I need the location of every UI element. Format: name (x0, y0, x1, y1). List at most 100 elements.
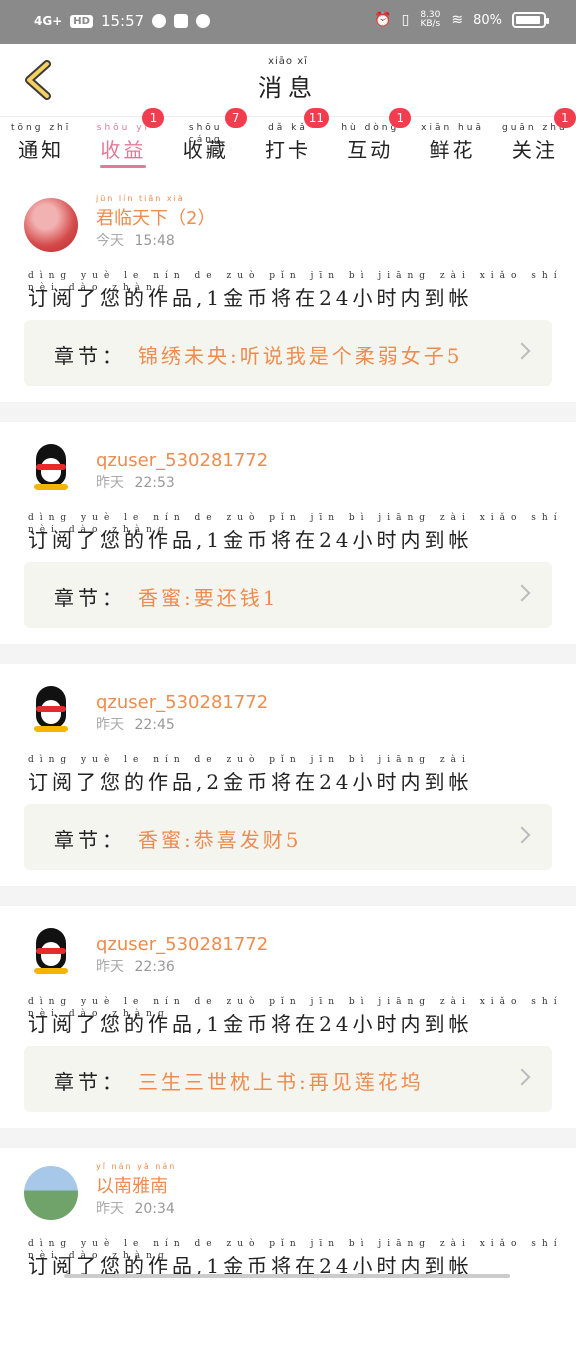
chapter-link[interactable]: 章节： 香蜜:恭喜发财5 (24, 804, 552, 870)
unread-badge: 1 (142, 108, 165, 128)
battery-icon (512, 12, 549, 28)
message-pinyin: dìng yuè le nín de zuò pǐn jīn bì jiāng … (28, 1239, 563, 1261)
timestamp: 昨天 22:45 (96, 714, 175, 734)
tab-following[interactable]: guān zhù 关注 1 (500, 108, 576, 172)
avatar[interactable] (24, 682, 78, 736)
avatar[interactable] (24, 924, 78, 978)
chapter-title: 香蜜:恭喜发财5 (138, 828, 302, 852)
timestamp: 昨天 20:34 (96, 1198, 175, 1218)
unread-badge: 1 (389, 108, 412, 128)
status-bar: 4G+ HD 15:57 ⏰ ▯ 8.30 KB/s ≋ 80% (0, 0, 576, 44)
avatar[interactable] (24, 198, 78, 252)
tab-label: 鲜花 (429, 138, 476, 162)
message-body: 订阅了您的作品,1金币将在24小时内到帐 (28, 286, 473, 310)
chevron-right-icon (512, 824, 534, 846)
timestamp-time: 22:36 (134, 959, 175, 975)
username[interactable]: jūn lín tiān xià 君临天下（2） (96, 194, 215, 230)
app-notification-icon (174, 14, 189, 28)
tab-label: 收益 (100, 138, 147, 162)
tab-label: 互动 (347, 138, 394, 162)
username-pinyin: jūn lín tiān xià (96, 194, 185, 203)
network-speed: 8.30 KB/s (420, 10, 441, 29)
timestamp-time: 22:45 (134, 717, 175, 733)
timestamp-day: 昨天 (96, 717, 124, 733)
message-body: 订阅了您的作品,2金币将在24小时内到帐 (28, 770, 473, 794)
alarm-icon: ⏰ (374, 12, 392, 28)
username[interactable]: qzuser_530281772 (96, 450, 268, 471)
app-header: xiāo xī 消息 (0, 44, 576, 117)
unread-badge: 7 (224, 108, 247, 128)
username-text: 以南雅南 (96, 1176, 168, 1197)
message-tabs: tōng zhī 通知 shōu yì 收益 1 shōu cáng 收藏 7 … (0, 108, 576, 172)
tab-flowers[interactable]: xiān huā 鲜花 (418, 116, 488, 172)
battery-percent: 80% (473, 12, 502, 28)
timestamp-time: 20:34 (134, 1201, 175, 1217)
vibrate-icon: ▯ (401, 12, 410, 28)
tab-pinyin: xiān huā (421, 123, 484, 133)
message-body: 订阅了您的作品,1金币将在24小时内到帐 (28, 1012, 473, 1036)
message-card[interactable]: qzuser_530281772 昨天 22:45 dìng yuè le ní… (0, 664, 576, 906)
chapter-link[interactable]: 章节： 锦绣未央:听说我是个柔弱女子5 (24, 320, 552, 386)
timestamp-time: 15:48 (134, 233, 175, 249)
tab-earnings[interactable]: shōu yì 收益 1 (88, 108, 165, 172)
message-body: 订阅了您的作品,1金币将在24小时内到帐 (28, 528, 473, 552)
username-pinyin: yǐ nán yǎ nán (96, 1162, 177, 1171)
chevron-right-icon (512, 1066, 534, 1088)
tab-label: 通知 (18, 138, 65, 162)
username[interactable]: qzuser_530281772 (96, 934, 268, 955)
message-list: jūn lín tiān xià 君临天下（2） 今天 15:48 dìng y… (0, 180, 576, 1370)
timestamp-day: 昨天 (96, 959, 124, 975)
timestamp-day: 昨天 (96, 1201, 124, 1217)
chapter-link[interactable]: 章节： 香蜜:要还钱1 (24, 562, 552, 628)
wechat-icon (152, 14, 167, 28)
message-pinyin: dìng yuè le nín de zuò pǐn jīn bì jiāng … (28, 271, 563, 293)
compass-icon (196, 14, 211, 28)
username[interactable]: qzuser_530281772 (96, 692, 268, 713)
timestamp-day: 昨天 (96, 475, 124, 491)
tab-favorites[interactable]: shōu cáng 收藏 7 (171, 108, 247, 172)
message-card[interactable]: yǐ nán yǎ nán 以南雅南 昨天 20:34 dìng yuè le … (0, 1148, 576, 1370)
username-text: qzuser_530281772 (96, 450, 269, 471)
unread-badge: 11 (303, 108, 329, 128)
timestamp: 昨天 22:53 (96, 472, 175, 492)
network-indicator: 4G+ (34, 14, 63, 28)
tab-checkin[interactable]: dǎ kǎ 打卡 11 (253, 108, 329, 172)
message-pinyin: dìng yuè le nín de zuò pǐn jīn bì jiāng … (28, 997, 563, 1019)
chapter-label: 章节： (54, 1070, 126, 1094)
chapter-title: 香蜜:要还钱1 (138, 586, 279, 610)
timestamp: 昨天 22:36 (96, 956, 175, 976)
tab-label: 收藏 (182, 138, 229, 162)
timestamp: 今天 15:48 (96, 230, 175, 250)
message-pinyin: dìng yuè le nín de zuò pǐn jīn bì jiāng … (28, 513, 563, 535)
page-title: 消息 (258, 74, 318, 102)
message-card[interactable]: jūn lín tiān xià 君临天下（2） 今天 15:48 dìng y… (0, 180, 576, 422)
tab-notice[interactable]: tōng zhī 通知 (6, 116, 76, 172)
chapter-title: 三生三世枕上书:再见莲花坞 (138, 1070, 424, 1094)
message-text: dìng yuè le nín de zuò pǐn jīn bì jiāng … (28, 754, 473, 795)
timestamp-time: 22:53 (134, 475, 175, 491)
chapter-link[interactable]: 章节： 三生三世枕上书:再见莲花坞 (24, 1046, 552, 1112)
tab-label: 关注 (511, 138, 558, 162)
hd-indicator: HD (70, 14, 93, 28)
chevron-right-icon (512, 582, 534, 604)
avatar[interactable] (24, 440, 78, 494)
message-text: dìng yuè le nín de zuò pǐn jīn bì jiāng … (28, 512, 576, 553)
message-card[interactable]: qzuser_530281772 昨天 22:53 dìng yuè le ní… (0, 422, 576, 664)
message-text: dìng yuè le nín de zuò pǐn jīn bì jiāng … (28, 270, 576, 311)
scroll-indicator (64, 1274, 510, 1278)
message-card[interactable]: qzuser_530281772 昨天 22:36 dìng yuè le ní… (0, 906, 576, 1148)
message-text: dìng yuè le nín de zuò pǐn jīn bì jiāng … (28, 1238, 576, 1279)
avatar[interactable] (24, 1166, 78, 1220)
tab-interaction[interactable]: hù dòng 互动 1 (335, 108, 412, 172)
wifi-icon: ≋ (451, 12, 464, 28)
tab-label: 打卡 (264, 138, 311, 162)
tab-pinyin: tōng zhī (11, 123, 72, 133)
message-pinyin: dìng yuè le nín de zuò pǐn jīn bì jiāng … (28, 755, 471, 765)
username-text: qzuser_530281772 (96, 934, 269, 955)
message-text: dìng yuè le nín de zuò pǐn jīn bì jiāng … (28, 996, 576, 1037)
clock: 15:57 (100, 12, 145, 30)
page-title-wrap: xiāo xī 消息 (0, 56, 576, 103)
username[interactable]: yǐ nán yǎ nán 以南雅南 (96, 1162, 176, 1198)
unread-badge: 1 (553, 108, 576, 128)
chevron-right-icon (512, 340, 534, 362)
